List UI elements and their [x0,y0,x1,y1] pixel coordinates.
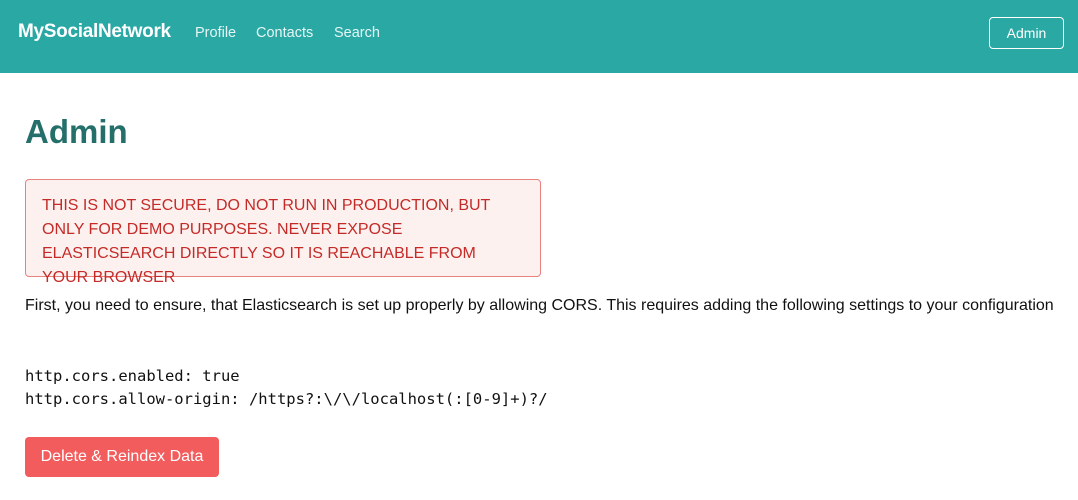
code-line-cors-enabled: http.cors.enabled: true [25,367,240,385]
code-line-allow-origin: http.cors.allow-origin: /https?:\/\/loca… [25,390,548,408]
cors-instructions-text: First, you need to ensure, that Elastics… [25,297,1054,314]
security-warning-alert: THIS IS NOT SECURE, DO NOT RUN IN PRODUC… [25,179,541,286]
nav-link-profile[interactable]: Profile [195,25,236,41]
brand-logo-link[interactable]: MySocialNetwork [18,21,171,43]
admin-button[interactable]: Admin [989,17,1064,49]
cors-config-code-block: http.cors.enabled: true http.cors.allow-o… [25,365,548,411]
nav-link-contacts[interactable]: Contacts [256,25,313,41]
nav-link-search[interactable]: Search [334,25,380,41]
top-navbar: MySocialNetwork Profile Contacts Search … [0,0,1078,73]
page-title: Admin [25,113,128,150]
delete-reindex-button[interactable]: Delete & Reindex Data [25,437,219,477]
